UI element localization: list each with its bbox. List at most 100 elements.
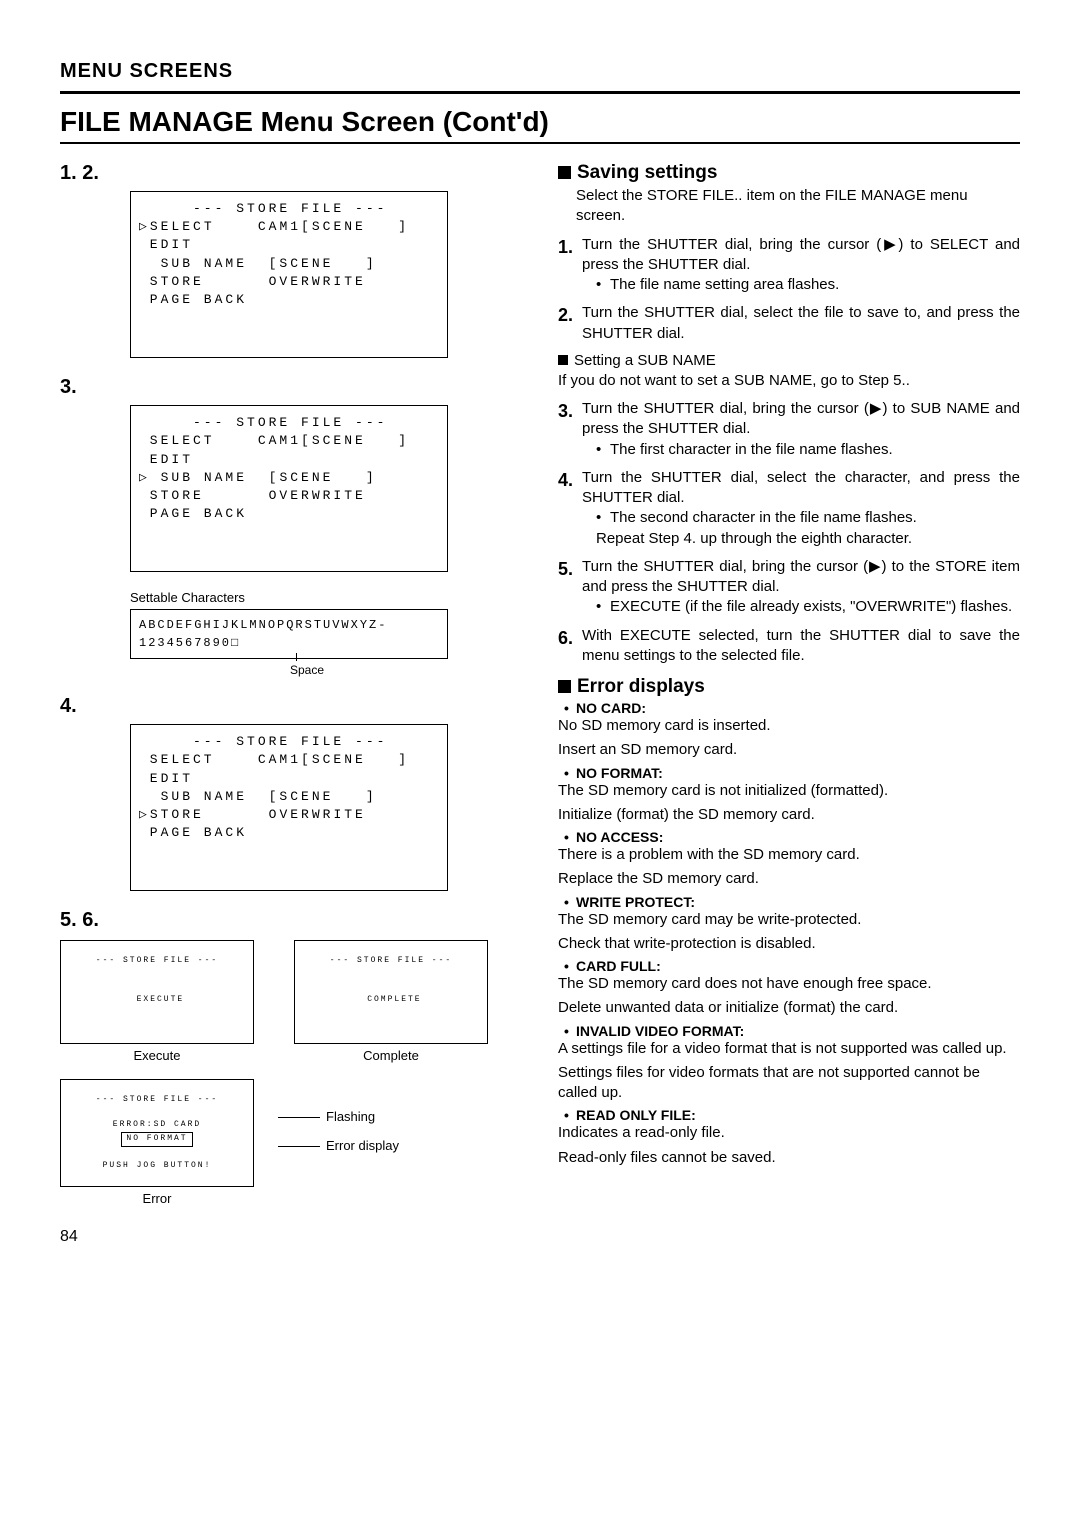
error-box-title: --- STORE FILE --- — [96, 1095, 218, 1104]
error-caption: Error — [143, 1191, 172, 1206]
step-number: 2. — [558, 303, 573, 327]
menu-box-store: --- STORE FILE --- SELECT CAM1[SCENE ] E… — [130, 724, 448, 891]
error-no-card: NO CARD: No SD memory card is inserted. … — [558, 700, 1020, 761]
step-number: 5. — [558, 557, 573, 581]
error-line: A settings file for a video format that … — [558, 1039, 1020, 1059]
sub-name-note: If you do not want to set a SUB NAME, go… — [558, 371, 1020, 391]
left-column: 1. 2. --- STORE FILE --- ▷SELECT CAM1[SC… — [60, 162, 522, 1210]
error-displays-heading: Error displays — [558, 676, 1020, 698]
error-label: READ ONLY FILE: — [558, 1107, 1020, 1123]
sub-name-heading: Setting a SUB NAME — [558, 352, 1020, 369]
flashing-annotation: Flashing — [278, 1109, 399, 1124]
step-3-label: 3. — [60, 376, 522, 399]
error-line: Settings files for video formats that ar… — [558, 1063, 1020, 1104]
step-text: Turn the SHUTTER dial, bring the cursor … — [582, 400, 1020, 437]
error-line: Insert an SD memory card. — [558, 740, 1020, 760]
step-3: 3. Turn the SHUTTER dial, bring the curs… — [558, 399, 1020, 460]
error-annotations: Flashing Error display — [278, 1079, 399, 1153]
error-row: --- STORE FILE --- ERROR:SD CARD NO FORM… — [60, 1079, 522, 1207]
error-line: Delete unwanted data or initialize (form… — [558, 998, 1020, 1018]
error-line: Read-only files cannot be saved. — [558, 1148, 1020, 1168]
space-tick — [296, 653, 297, 661]
error-line: Initialize (format) the SD memory card. — [558, 805, 1020, 825]
step-bullet: EXECUTE (if the file already exists, "OV… — [582, 597, 1020, 617]
step-bullet: The file name setting area flashes. — [582, 275, 1020, 295]
error-display-annotation: Error display — [278, 1138, 399, 1153]
complete-box: --- STORE FILE --- COMPLETE — [294, 940, 488, 1043]
error-line: The SD memory card may be write-protecte… — [558, 910, 1020, 930]
error-box-boxed: NO FORMAT — [121, 1132, 192, 1147]
right-column: Saving settings Select the STORE FILE.. … — [558, 162, 1020, 1210]
two-columns: 1. 2. --- STORE FILE --- ▷SELECT CAM1[SC… — [60, 162, 1020, 1210]
space-label: Space — [290, 663, 324, 677]
step-repeat-note: Repeat Step 4. up through the eighth cha… — [582, 529, 1020, 549]
step-5: 5. Turn the SHUTTER dial, bring the curs… — [558, 557, 1020, 618]
complete-caption: Complete — [363, 1048, 419, 1063]
error-box-push: PUSH JOG BUTTON! — [103, 1161, 212, 1170]
step-number: 6. — [558, 626, 573, 650]
section-header: MENU SCREENS — [60, 60, 1020, 83]
execute-wrap: --- STORE FILE --- EXECUTE Execute — [60, 940, 254, 1062]
error-card-full: CARD FULL: The SD memory card does not h… — [558, 958, 1020, 1019]
step-5-6-label: 5. 6. — [60, 909, 522, 932]
execute-complete-row: --- STORE FILE --- EXECUTE Execute --- S… — [60, 940, 522, 1062]
error-invalid-video-format: INVALID VIDEO FORMAT: A settings file fo… — [558, 1023, 1020, 1104]
settable-characters-box: ABCDEFGHIJKLMNOPQRSTUVWXYZ- 1234567890□ — [130, 609, 448, 659]
saving-intro: Select the STORE FILE.. item on the FILE… — [576, 186, 1020, 227]
error-box-line: ERROR:SD CARD — [113, 1120, 201, 1129]
error-line: No SD memory card is inserted. — [558, 716, 1020, 736]
step-1-2-label: 1. 2. — [60, 162, 522, 185]
step-text: With EXECUTE selected, turn the SHUTTER … — [582, 627, 1020, 664]
menu-box-subname: --- STORE FILE --- SELECT CAM1[SCENE ] E… — [130, 405, 448, 572]
error-box: --- STORE FILE --- ERROR:SD CARD NO FORM… — [60, 1079, 254, 1188]
error-read-only-file: READ ONLY FILE: Indicates a read-only fi… — [558, 1107, 1020, 1168]
step-number: 1. — [558, 235, 573, 259]
step-4-label: 4. — [60, 695, 522, 718]
square-bullet-icon — [558, 680, 571, 693]
step-2: 2. Turn the SHUTTER dial, select the fil… — [558, 303, 1020, 344]
error-no-access: NO ACCESS: There is a problem with the S… — [558, 829, 1020, 890]
page-number: 84 — [60, 1228, 1020, 1246]
leader-line — [278, 1146, 320, 1147]
complete-wrap: --- STORE FILE --- COMPLETE Complete — [294, 940, 488, 1062]
error-label: CARD FULL: — [558, 958, 1020, 974]
step-bullet: The second character in the file name fl… — [582, 508, 1020, 528]
error-no-format: NO FORMAT: The SD memory card is not ini… — [558, 765, 1020, 826]
execute-box: --- STORE FILE --- EXECUTE — [60, 940, 254, 1043]
step-text: Turn the SHUTTER dial, bring the cursor … — [582, 236, 1020, 273]
error-label: WRITE PROTECT: — [558, 894, 1020, 910]
rule-under-title — [60, 142, 1020, 144]
error-line: Replace the SD memory card. — [558, 869, 1020, 889]
leader-line — [278, 1117, 320, 1118]
square-bullet-icon — [558, 166, 571, 179]
square-bullet-icon — [558, 355, 568, 365]
error-line: The SD memory card does not have enough … — [558, 974, 1020, 994]
error-write-protect: WRITE PROTECT: The SD memory card may be… — [558, 894, 1020, 955]
execute-caption: Execute — [134, 1048, 181, 1063]
error-line: Check that write-protection is disabled. — [558, 934, 1020, 954]
error-line: There is a problem with the SD memory ca… — [558, 845, 1020, 865]
step-bullet: The first character in the file name fla… — [582, 440, 1020, 460]
step-number: 4. — [558, 468, 573, 492]
settable-characters-label: Settable Characters — [130, 590, 522, 605]
saving-settings-heading: Saving settings — [558, 162, 1020, 184]
space-annotation: Space — [290, 663, 522, 677]
error-label: NO FORMAT: — [558, 765, 1020, 781]
error-box-wrap: --- STORE FILE --- ERROR:SD CARD NO FORM… — [60, 1079, 254, 1207]
error-line: The SD memory card is not initialized (f… — [558, 781, 1020, 801]
step-6: 6. With EXECUTE selected, turn the SHUTT… — [558, 626, 1020, 667]
error-label: INVALID VIDEO FORMAT: — [558, 1023, 1020, 1039]
rule-top — [60, 91, 1020, 94]
step-4: 4. Turn the SHUTTER dial, select the cha… — [558, 468, 1020, 549]
page-title: FILE MANAGE Menu Screen (Cont'd) — [60, 106, 1020, 138]
page: MENU SCREENS FILE MANAGE Menu Screen (Co… — [0, 0, 1080, 1276]
step-text: Turn the SHUTTER dial, select the file t… — [582, 304, 1020, 341]
step-text: Turn the SHUTTER dial, bring the cursor … — [582, 558, 1020, 595]
error-label: NO ACCESS: — [558, 829, 1020, 845]
error-label: NO CARD: — [558, 700, 1020, 716]
step-1: 1. Turn the SHUTTER dial, bring the curs… — [558, 235, 1020, 296]
error-line: Indicates a read-only file. — [558, 1123, 1020, 1143]
step-text: Turn the SHUTTER dial, select the charac… — [582, 469, 1020, 506]
step-number: 3. — [558, 399, 573, 423]
menu-box-select: --- STORE FILE --- ▷SELECT CAM1[SCENE ] … — [130, 191, 448, 358]
